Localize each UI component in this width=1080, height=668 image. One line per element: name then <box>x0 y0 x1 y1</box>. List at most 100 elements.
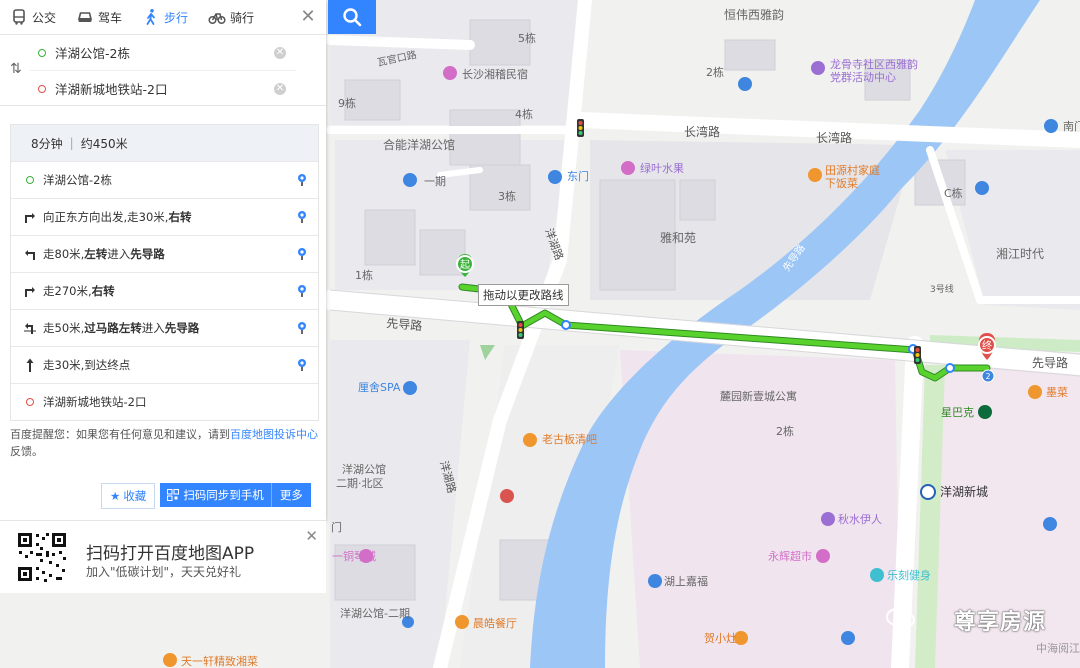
step-text-pre: 向正东方向出发,走30米, <box>43 210 169 224</box>
traffic-light-icon <box>914 346 921 364</box>
map-label: 1栋 <box>355 268 373 282</box>
step-2[interactable]: 走80米, 左转 进入 先导路 <box>11 235 318 272</box>
locate-icon[interactable] <box>296 358 308 372</box>
step-text-pre: 走50米, <box>43 321 85 335</box>
walk-icon <box>146 9 155 25</box>
step-text: 洋湖公馆-2栋 <box>43 173 112 187</box>
route-summary[interactable]: 8分钟 | 约450米 <box>11 125 318 161</box>
step-text-pre: 走270米, <box>43 284 92 298</box>
tab-walk[interactable]: 步行 <box>132 0 198 34</box>
swap-icon[interactable]: ⇅ <box>10 61 22 77</box>
map-label: 长湾路 <box>684 124 720 139</box>
straight-icon <box>26 358 34 372</box>
tab-bus[interactable]: 公交 <box>0 0 66 34</box>
clear-end-icon[interactable]: ✕ <box>274 82 286 95</box>
step-text-bold: 过马路左转 <box>84 321 142 335</box>
step-text-bold: 左转 <box>84 247 108 261</box>
map-label: 洋湖公馆 <box>342 462 386 476</box>
step-end[interactable]: 洋湖新城地铁站-2口 <box>11 383 318 420</box>
step-text-mid: 进入 <box>141 321 165 335</box>
favorite-label: 收藏 <box>123 489 147 503</box>
map-label: 洋湖新城 <box>940 484 988 499</box>
tab-bike-label: 骑行 <box>230 10 255 25</box>
map-label: 湘江时代 <box>996 246 1044 261</box>
step-3[interactable]: 走270米, 右转 <box>11 272 318 309</box>
map-label: 绿叶水果 <box>640 161 684 175</box>
clear-start-icon[interactable]: ✕ <box>274 46 286 59</box>
step-text-pre: 走30米,到达终点 <box>43 358 131 372</box>
locate-icon[interactable] <box>296 173 308 187</box>
more-label: 更多 <box>279 488 303 502</box>
end-dot-icon <box>21 393 39 411</box>
sync-label: 扫码同步到手机 <box>183 488 264 502</box>
summary-separator: | <box>69 136 74 150</box>
qr-code-icon <box>16 531 68 583</box>
app-promo[interactable]: 扫码打开百度地图APP 加入"低碳计划"，天天兑好礼 ✕ <box>0 520 326 593</box>
watermark-text: 尊享房源 <box>953 610 1046 635</box>
step-start[interactable]: 洋湖公馆-2栋 <box>11 161 318 198</box>
map-label: 秋水伊人 <box>838 512 882 526</box>
map-label: 下饭菜 <box>825 177 858 190</box>
map-label: 合能洋湖公馆 <box>383 137 455 152</box>
route-panel: 公交 驾车 步行 骑行 ✕ ⇅ 洋湖公馆-2栋 ✕ 洋湖新城地铁站-2口 ✕ 8… <box>0 0 326 520</box>
locate-icon[interactable] <box>296 210 308 224</box>
map-label: C栋 <box>944 186 963 200</box>
locate-icon[interactable] <box>296 247 308 261</box>
favorite-button[interactable]: ★ 收藏 <box>101 483 156 509</box>
map-label: 晨皓餐厅 <box>473 616 517 630</box>
map-label: 二期·北区 <box>336 477 384 490</box>
sync-to-phone-button[interactable]: 扫码同步到手机 <box>160 483 271 507</box>
map-label: 长沙湘稽民宿 <box>462 67 528 81</box>
map-label: 厘舍SPA <box>358 380 401 394</box>
traffic-light-icon <box>517 321 524 339</box>
close-promo-icon[interactable]: ✕ <box>305 527 318 545</box>
step-4[interactable]: 走50米, 过马路左转 进入 先导路 <box>11 309 318 346</box>
map-label: 老古板清吧 <box>542 432 597 446</box>
locate-icon[interactable] <box>296 321 308 335</box>
more-button[interactable]: 更多 <box>270 483 311 507</box>
complaint-center-link[interactable]: 百度地图投诉中心 <box>230 428 318 441</box>
map-label: 党群活动中心 <box>830 70 896 84</box>
route-time: 8分钟 <box>31 136 63 151</box>
map-label: 一铜琴城 <box>332 549 376 563</box>
search-button[interactable] <box>328 0 376 34</box>
tab-walk-label: 步行 <box>164 10 189 25</box>
map-label: 雅和苑 <box>660 230 696 245</box>
step-text-bold2: 先导路 <box>164 321 200 335</box>
map-label: 2栋 <box>776 424 794 438</box>
step-1[interactable]: 向正东方向出发,走30米, 右转 <box>11 198 318 235</box>
car-icon <box>77 12 93 22</box>
map-label: 洋湖公馆-二期 <box>340 606 410 620</box>
map-label: 乐刻健身 <box>887 568 931 582</box>
tab-drive[interactable]: 驾车 <box>66 0 132 34</box>
map-label: 东门 <box>567 169 589 183</box>
map-label: 南门 <box>1063 119 1080 133</box>
search-icon <box>343 8 362 27</box>
map-label: 先导路 <box>386 315 423 333</box>
map-source-label: 中海阅江 <box>1036 642 1080 655</box>
map-label: 恒伟西雅韵 <box>724 7 784 22</box>
app-promo-subtitle: 加入"低碳计划"，天天兑好礼 <box>86 565 242 579</box>
route-node <box>561 320 571 330</box>
turn-right-icon <box>25 213 35 223</box>
svg-text:起: 起 <box>460 259 470 271</box>
route-inputs: ⇅ 洋湖公馆-2栋 ✕ 洋湖新城地铁站-2口 ✕ <box>0 35 326 106</box>
end-dot-icon <box>38 84 46 93</box>
step-text-bold: 右转 <box>91 284 115 298</box>
feedback-tip: 百度提醒您：如果您有任何意见和建议，请到百度地图投诉中心反馈。 <box>10 426 320 460</box>
locate-icon[interactable] <box>296 284 308 298</box>
step-text-mid: 进入 <box>107 247 131 261</box>
start-field[interactable]: 洋湖公馆-2栋 ✕ <box>30 35 326 70</box>
tab-drive-label: 驾车 <box>98 10 123 25</box>
traffic-light-icon <box>577 119 584 137</box>
step-text-bold: 右转 <box>168 210 192 224</box>
map-label: 门 <box>331 520 342 534</box>
map-label: 湖上嘉福 <box>664 574 708 588</box>
tab-bike[interactable]: 骑行 <box>198 0 264 34</box>
end-field[interactable]: 洋湖新城地铁站-2口 ✕ <box>30 70 296 106</box>
wechat-icon <box>886 608 915 628</box>
map-label: 贺小灶 <box>704 632 737 645</box>
close-icon[interactable]: ✕ <box>298 7 318 27</box>
step-text-pre: 走80米, <box>43 247 85 261</box>
step-5[interactable]: 走30米,到达终点 <box>11 346 318 383</box>
